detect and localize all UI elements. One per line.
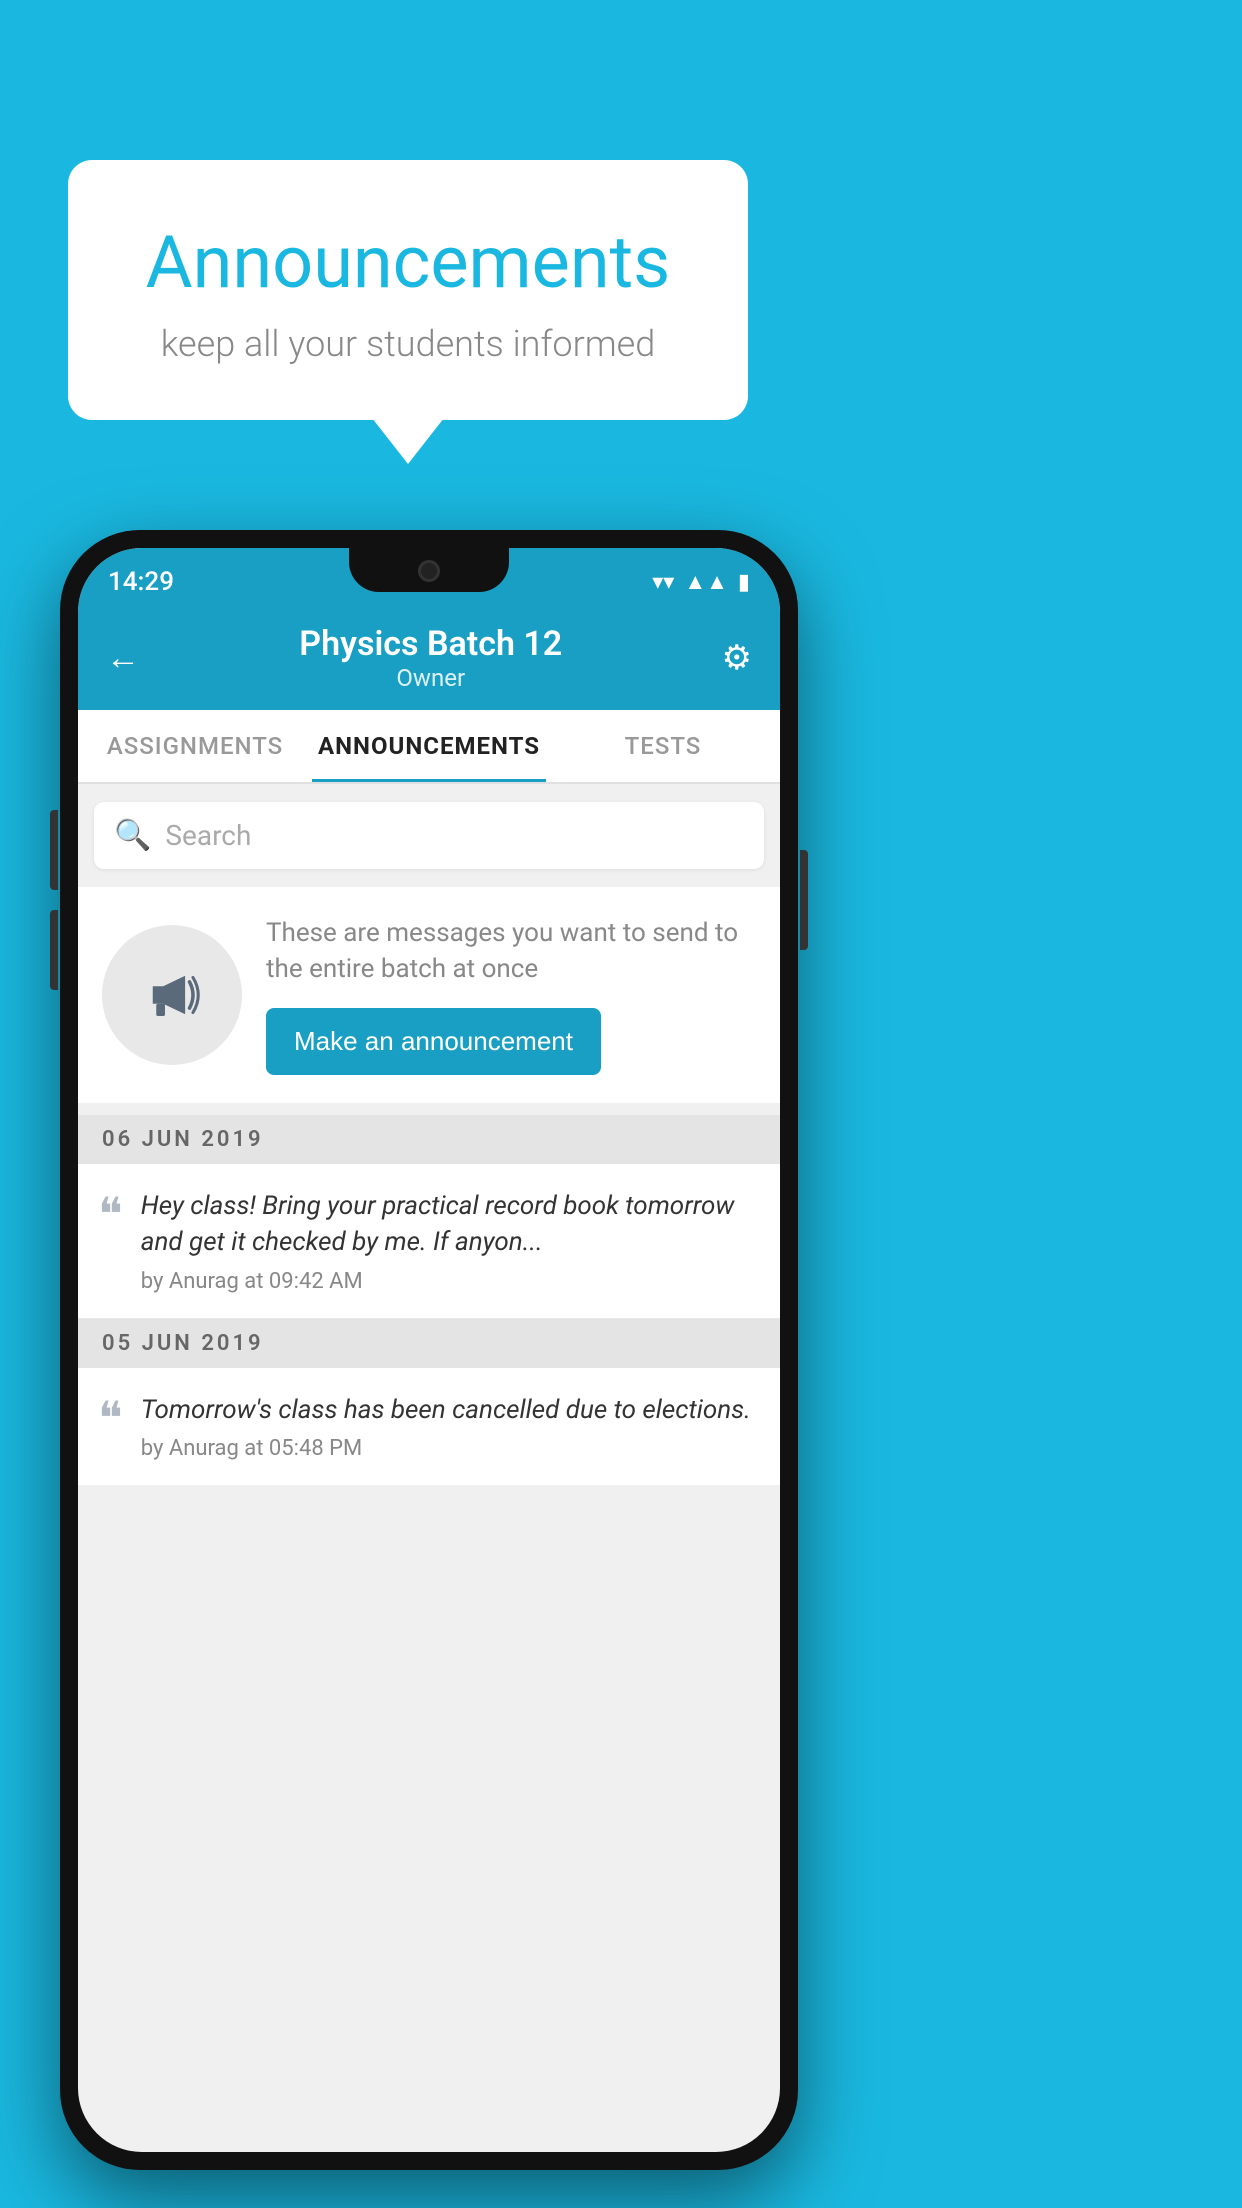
signal-icon: ▲▲ xyxy=(684,569,728,595)
front-camera xyxy=(418,560,440,582)
announcement-item-1[interactable]: ❝ Hey class! Bring your practical record… xyxy=(78,1164,780,1319)
megaphone-icon xyxy=(137,960,207,1030)
promo-description: These are messages you want to send to t… xyxy=(266,915,756,988)
battery-icon: ▮ xyxy=(738,570,750,595)
search-icon: 🔍 xyxy=(114,818,151,853)
make-announcement-button[interactable]: Make an announcement xyxy=(266,1008,601,1075)
tab-bar: ASSIGNMENTS ANNOUNCEMENTS TESTS xyxy=(78,710,780,784)
content-area: 🔍 Search These ar xyxy=(78,784,780,1485)
announcement-item-2[interactable]: ❝ Tomorrow's class has been cancelled du… xyxy=(78,1368,780,1485)
app-header: ← Physics Batch 12 Owner ⚙ xyxy=(78,608,780,710)
tab-assignments[interactable]: ASSIGNMENTS xyxy=(78,710,312,782)
phone-body: 14:29 ▾▾ ▲▲ ▮ ← Physics Batch 12 Owner ⚙ xyxy=(60,530,798,2170)
quote-icon-2: ❝ xyxy=(98,1396,123,1442)
announcement-meta-2: by Anurag at 05:48 PM xyxy=(141,1436,760,1461)
announcement-text-1: Hey class! Bring your practical record b… xyxy=(141,1188,760,1261)
promo-card: These are messages you want to send to t… xyxy=(78,887,780,1103)
phone-screen: 14:29 ▾▾ ▲▲ ▮ ← Physics Batch 12 Owner ⚙ xyxy=(78,548,780,2152)
wifi-icon: ▾▾ xyxy=(652,570,674,595)
date-divider-june6: 06 JUN 2019 xyxy=(78,1115,780,1164)
volume-down-button xyxy=(50,910,58,990)
announcement-text-2: Tomorrow's class has been cancelled due … xyxy=(141,1392,760,1428)
phone-device: 14:29 ▾▾ ▲▲ ▮ ← Physics Batch 12 Owner ⚙ xyxy=(60,530,798,2170)
back-button[interactable]: ← xyxy=(106,638,140,678)
tab-announcements[interactable]: ANNOUNCEMENTS xyxy=(312,710,546,782)
status-icons: ▾▾ ▲▲ ▮ xyxy=(652,569,750,595)
volume-up-button xyxy=(50,810,58,890)
announcement-meta-1: by Anurag at 09:42 AM xyxy=(141,1269,760,1294)
search-placeholder: Search xyxy=(165,819,251,852)
status-time: 14:29 xyxy=(108,567,174,597)
settings-gear-icon[interactable]: ⚙ xyxy=(722,638,752,678)
header-title-group: Physics Batch 12 Owner xyxy=(299,624,562,692)
date-divider-june5: 05 JUN 2019 xyxy=(78,1319,780,1368)
header-title: Physics Batch 12 xyxy=(299,624,562,664)
promo-icon-circle xyxy=(102,925,242,1065)
quote-icon-1: ❝ xyxy=(98,1192,123,1238)
announcement-text-group-2: Tomorrow's class has been cancelled due … xyxy=(141,1392,760,1461)
promo-text-group: These are messages you want to send to t… xyxy=(266,915,756,1075)
phone-notch xyxy=(349,548,509,592)
power-button xyxy=(800,850,808,950)
speech-bubble-title: Announcements xyxy=(118,220,698,305)
speech-bubble-subtitle: keep all your students informed xyxy=(118,323,698,365)
search-bar[interactable]: 🔍 Search xyxy=(94,802,764,869)
announcement-text-group-1: Hey class! Bring your practical record b… xyxy=(141,1188,760,1294)
header-subtitle: Owner xyxy=(299,664,562,692)
speech-bubble-card: Announcements keep all your students inf… xyxy=(68,160,748,420)
tab-tests[interactable]: TESTS xyxy=(546,710,780,782)
